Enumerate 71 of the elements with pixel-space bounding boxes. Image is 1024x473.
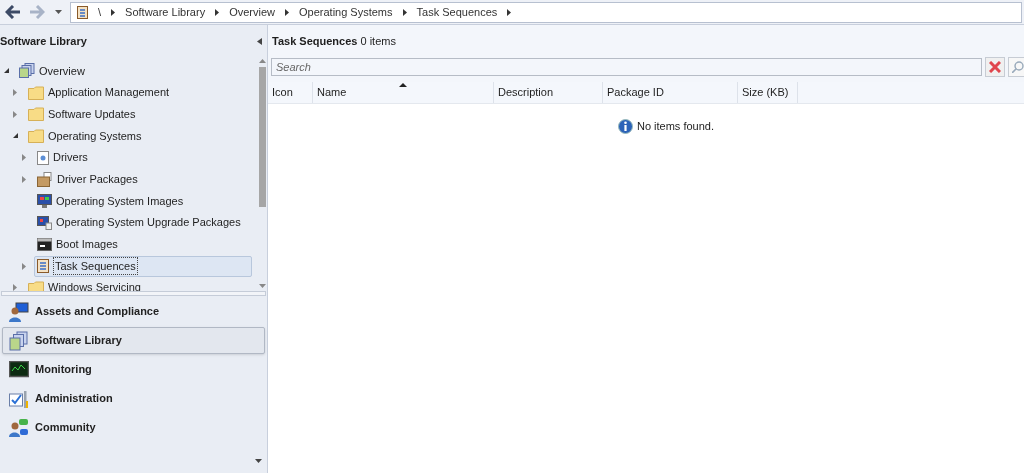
dropdown-icon[interactable]	[55, 10, 62, 14]
person-chat-icon	[9, 417, 29, 438]
view-title: Task Sequences 0 items	[272, 33, 396, 49]
more-icon[interactable]	[255, 459, 262, 463]
empty-message: No items found.	[636, 119, 714, 134]
monitor-chart-icon	[9, 360, 29, 379]
folder-icon	[28, 107, 44, 122]
collapse-icon[interactable]	[257, 37, 262, 45]
collapsed-icon[interactable]	[13, 284, 17, 292]
search-button[interactable]	[1008, 57, 1024, 77]
scroll-thumb[interactable]	[258, 67, 266, 207]
tree-item[interactable]: Boot Images	[34, 233, 121, 255]
task-sequence-icon	[37, 259, 49, 274]
search-icon	[1012, 61, 1024, 73]
column-header[interactable]: Package ID	[603, 82, 738, 103]
scroll-down-icon[interactable]	[258, 284, 266, 288]
info-icon	[617, 118, 633, 134]
workspace-item[interactable]: Administration	[2, 385, 265, 412]
column-header[interactable]: Size (KB)	[738, 82, 798, 103]
address-bar[interactable]: \ Software Library Overview Operating Systems Task Sequences	[70, 1, 1022, 23]
folder-icon	[28, 128, 44, 143]
collapsed-icon[interactable]	[22, 154, 26, 162]
scroll-up-icon[interactable]	[258, 59, 266, 63]
close-icon	[989, 61, 1001, 73]
expanded-icon[interactable]	[13, 133, 18, 139]
workspace-item[interactable]: Community	[2, 414, 265, 441]
console-icon	[37, 237, 52, 251]
person-computer-icon	[9, 301, 29, 322]
clear-search-button[interactable]	[985, 57, 1005, 77]
collapsed-icon[interactable]	[22, 175, 26, 183]
column-header[interactable]: Icon	[268, 82, 313, 103]
tree-item[interactable]: Overview	[16, 60, 88, 82]
forward-icon[interactable]	[29, 5, 45, 19]
breadcrumb-item[interactable]: Overview	[229, 3, 275, 21]
tree-item[interactable]: Driver Packages	[34, 168, 141, 190]
collapsed-icon[interactable]	[13, 89, 17, 97]
tree-item[interactable]: Operating System Upgrade Packages	[34, 212, 244, 234]
workspace-item[interactable]: Software Library	[2, 327, 265, 354]
search-field[interactable]: Search	[271, 58, 982, 76]
workspace-item[interactable]: Assets and Compliance	[2, 298, 265, 325]
panel-title: Software Library	[0, 33, 87, 49]
back-icon[interactable]	[5, 5, 21, 19]
breadcrumb-item[interactable]: Software Library	[125, 3, 206, 21]
stacked-pages-icon	[19, 63, 35, 79]
monitor-page-icon	[37, 215, 52, 230]
chevron-icon[interactable]	[215, 8, 220, 16]
monitor-icon	[37, 193, 52, 208]
stacked-pages-icon	[9, 330, 29, 351]
chevron-icon[interactable]	[111, 8, 116, 16]
column-header[interactable]: Description	[494, 82, 603, 103]
expanded-icon[interactable]	[4, 68, 9, 74]
collapsed-icon[interactable]	[22, 262, 26, 270]
breadcrumb-item[interactable]: \	[98, 3, 102, 21]
tree-item[interactable]: Application Management	[25, 82, 173, 104]
tree-item[interactable]: Drivers	[34, 147, 91, 169]
tree-item[interactable]: Software Updates	[25, 103, 139, 125]
breadcrumb-item[interactable]: Operating Systems	[299, 3, 393, 21]
tree-item[interactable]: Task Sequences	[34, 255, 252, 277]
chevron-icon[interactable]	[402, 8, 407, 16]
chevron-icon[interactable]	[507, 8, 512, 16]
collapsed-icon[interactable]	[13, 110, 17, 118]
scrollbar[interactable]	[257, 57, 267, 291]
folder-icon	[28, 85, 44, 100]
column-header[interactable]: Name	[313, 82, 494, 103]
task-sequence-icon	[77, 5, 88, 19]
chevron-icon[interactable]	[285, 8, 289, 16]
breadcrumb-item[interactable]: Task Sequences	[416, 3, 498, 21]
workspace-item[interactable]: Monitoring	[2, 356, 265, 383]
tree-item[interactable]: Operating Systems	[25, 125, 145, 147]
tree-item[interactable]: Operating System Images	[34, 190, 187, 212]
box-page-icon	[37, 171, 53, 187]
